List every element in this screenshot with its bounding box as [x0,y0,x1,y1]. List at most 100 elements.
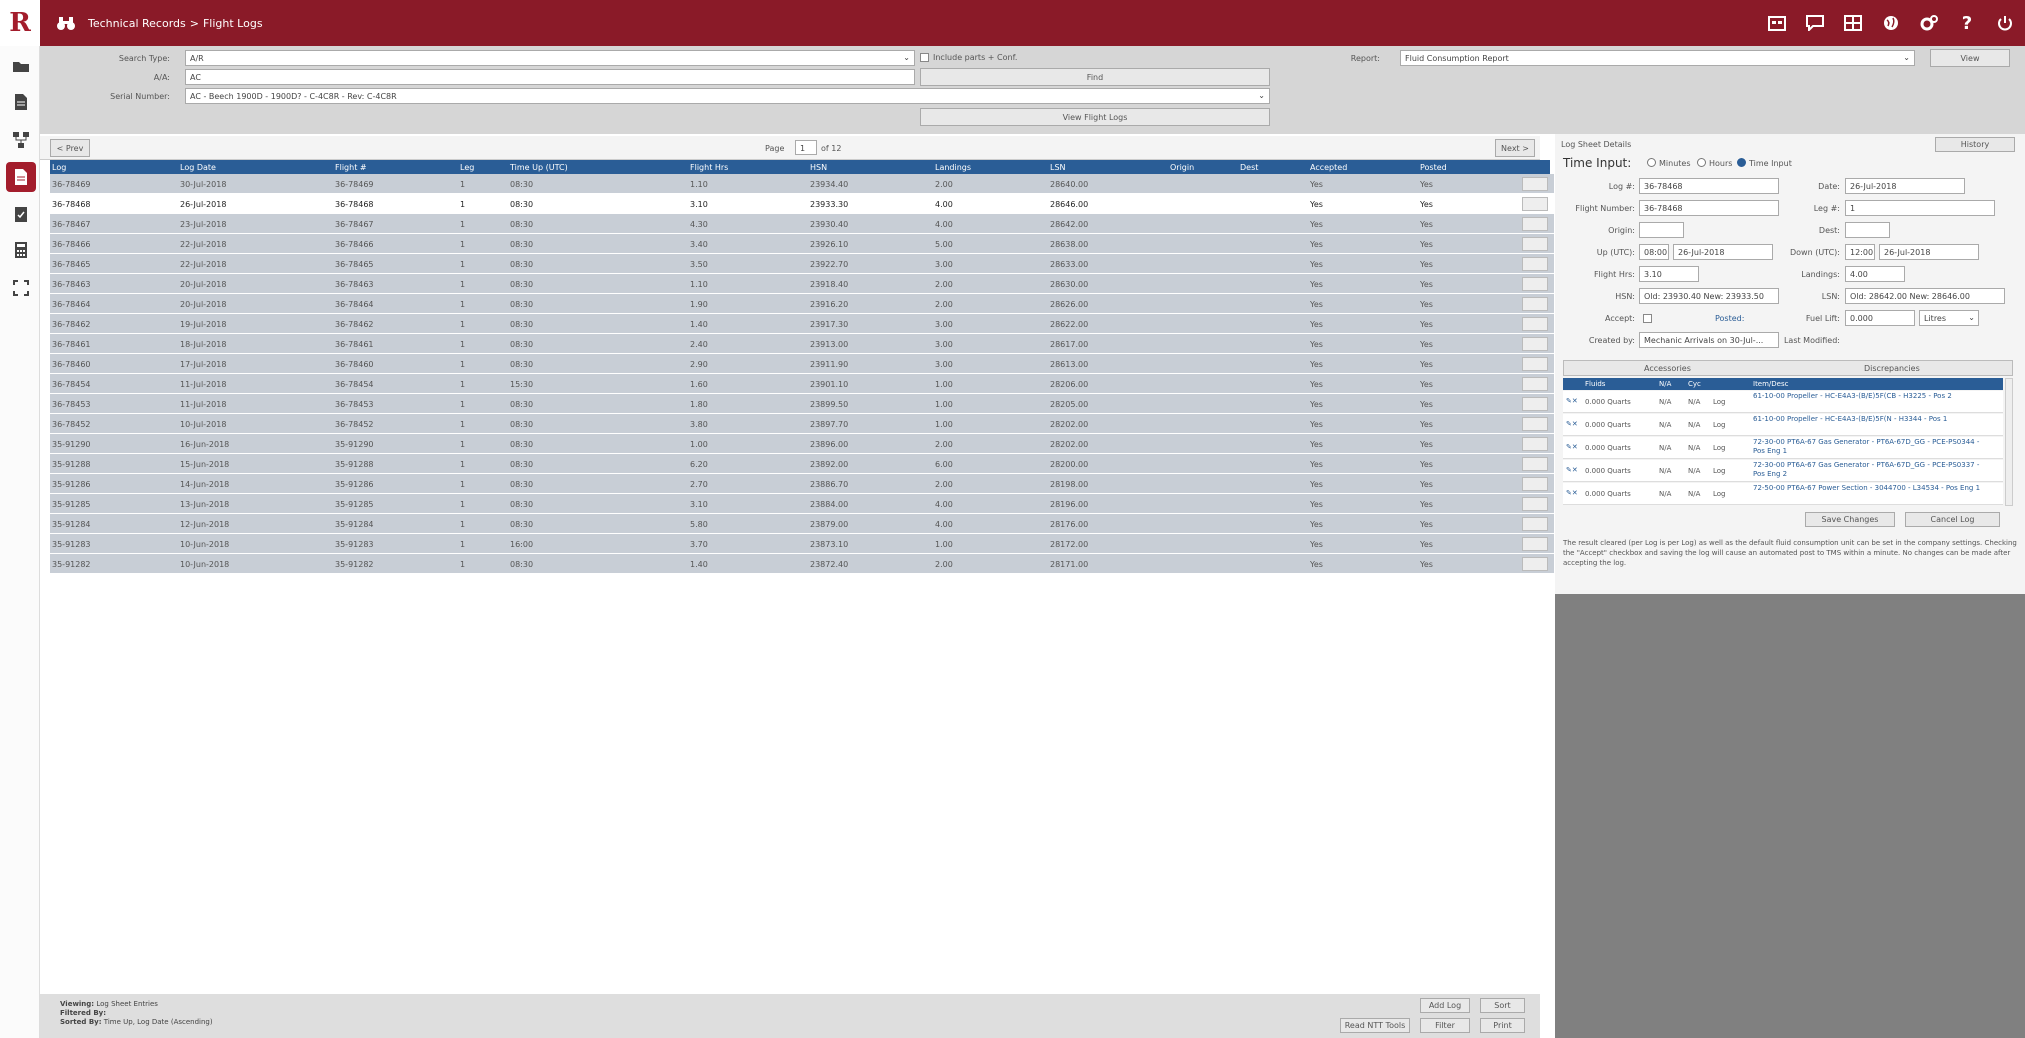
row-action-button[interactable] [1522,357,1548,371]
table-row[interactable]: 36-78453 11-Jul-2018 36-78453 1 08:30 1.80 238… [50,394,1554,414]
row-action-button[interactable] [1522,337,1548,351]
table-row[interactable]: 35-91288 15-Jun-2018 35-91288 1 08:30 6.20 238… [50,454,1554,474]
grid-icon[interactable] [1841,11,1865,35]
help-icon[interactable]: ? [1955,11,1979,35]
find-button[interactable]: Find [920,68,1270,86]
col-header-accepted[interactable]: Accepted [1310,163,1347,172]
log-no-input[interactable]: 36-78468 [1639,178,1779,194]
app-logo[interactable]: R [0,0,40,46]
view-flight-logs-button[interactable]: View Flight Logs [920,108,1270,126]
flight-hrs-input[interactable]: 3.10 [1639,266,1699,282]
origin-input[interactable] [1639,222,1684,238]
search-type-select[interactable]: A/R ⌄ [185,50,915,66]
row-action-button[interactable] [1522,217,1548,231]
flight-number-input[interactable]: 36-78468 [1639,200,1779,216]
fuel-lift-input[interactable]: 0.000 [1845,310,1915,326]
col-header-lsn[interactable]: LSN [1050,163,1066,172]
row-action-button[interactable] [1522,277,1548,291]
table-row[interactable]: 36-78454 11-Jul-2018 36-78454 1 15:30 1.60 239… [50,374,1554,394]
row-action-button[interactable] [1522,517,1548,531]
edit-icon[interactable]: ✎✕ [1566,397,1578,405]
checklist-icon[interactable] [7,200,35,228]
accessory-row[interactable]: ✎✕ 0.000 Quarts N/A N/A Log 72-50-00 PT6A-… [1563,483,2003,505]
table-row[interactable]: 36-78466 22-Jul-2018 36-78466 1 08:30 3.40 239… [50,234,1554,254]
col-header-log-date[interactable]: Log Date [180,163,216,172]
log-link[interactable]: Log [1713,467,1726,475]
edit-icon[interactable]: ✎✕ [1566,420,1578,428]
view-report-button[interactable]: View [1930,49,2010,67]
up-time-input[interactable]: 08:00 [1639,244,1669,260]
col-header-flight-hrs[interactable]: Flight Hrs [690,163,728,172]
tab-discrepancies[interactable]: Discrepancies [1864,364,1920,373]
row-action-button[interactable] [1522,417,1548,431]
row-action-button[interactable] [1522,557,1548,571]
calculator-icon[interactable] [7,236,35,264]
col-header-flight-no[interactable]: Flight # [335,163,367,172]
radio-hours[interactable] [1697,158,1706,167]
serial-number-select[interactable]: AC - Beech 1900D - 1900D? - C-4C8R - Rev… [185,88,1270,104]
accept-checkbox[interactable] [1643,314,1652,323]
table-row[interactable]: 35-91285 13-Jun-2018 35-91285 1 08:30 3.10 238… [50,494,1554,514]
report-select[interactable]: Fluid Consumption Report ⌄ [1400,50,1915,66]
col-header-hsn[interactable]: HSN [810,163,827,172]
page-number-input[interactable]: 1 [795,140,817,155]
accessory-row[interactable]: ✎✕ 0.000 Quarts N/A N/A Log 72-30-00 PT6A-… [1563,437,2003,459]
table-row[interactable]: 36-78460 17-Jul-2018 36-78460 1 08:30 2.90 239… [50,354,1554,374]
landings-input[interactable]: 4.00 [1845,266,1905,282]
sort-button[interactable]: Sort [1480,998,1525,1013]
col-header-dest[interactable]: Dest [1240,163,1258,172]
row-action-button[interactable] [1522,397,1548,411]
log-icon[interactable] [6,162,36,192]
row-action-button[interactable] [1522,297,1548,311]
fuel-unit-select[interactable]: Litres ⌄ [1919,310,1979,326]
row-action-button[interactable] [1522,177,1548,191]
accessory-row[interactable]: ✎✕ 0.000 Quarts N/A N/A Log 72-30-00 PT6A-… [1563,460,2003,482]
edit-icon[interactable]: ✎✕ [1566,489,1578,497]
edit-icon[interactable]: ✎✕ [1566,443,1578,451]
row-action-button[interactable] [1522,537,1548,551]
row-action-button[interactable] [1522,197,1548,211]
log-link[interactable]: Log [1713,444,1726,452]
add-log-button[interactable]: Add Log [1420,998,1470,1013]
power-icon[interactable] [1993,11,2017,35]
table-row[interactable]: 36-78462 19-Jul-2018 36-78462 1 08:30 1.40 239… [50,314,1554,334]
history-button[interactable]: History [1935,137,2015,152]
table-row[interactable]: 35-91283 10-Jun-2018 35-91283 1 16:00 3.70 238… [50,534,1554,554]
table-row[interactable]: 36-78461 18-Jul-2018 36-78461 1 08:30 2.40 239… [50,334,1554,354]
chat-icon[interactable] [1803,11,1827,35]
up-date-input[interactable]: 26-Jul-2018 [1673,244,1773,260]
print-button[interactable]: Print [1480,1018,1525,1033]
row-action-button[interactable] [1522,237,1548,251]
accessory-row[interactable]: ✎✕ 0.000 Quarts N/A N/A Log 61-10-00 Prope… [1563,414,2003,436]
table-row[interactable]: 36-78465 22-Jul-2018 36-78465 1 08:30 3.50 239… [50,254,1554,274]
down-date-input[interactable]: 26-Jul-2018 [1879,244,1979,260]
accessory-row[interactable]: ✎✕ 0.000 Quarts N/A N/A Log 61-10-00 Prope… [1563,391,2003,413]
accessory-scrollbar[interactable] [2005,378,2013,506]
cancel-log-button[interactable]: Cancel Log [1905,512,2000,527]
table-row[interactable]: 36-78452 10-Jul-2018 36-78452 1 08:30 3.80 238… [50,414,1554,434]
col-header-leg[interactable]: Leg [460,163,474,172]
radio-time-input[interactable] [1737,158,1746,167]
row-action-button[interactable] [1522,317,1548,331]
row-action-button[interactable] [1522,497,1548,511]
hierarchy-icon[interactable] [7,126,35,154]
folder-icon[interactable] [7,52,35,80]
globe-icon[interactable] [1879,11,1903,35]
down-time-input[interactable]: 12:00 [1845,244,1875,260]
table-row[interactable]: 35-91286 14-Jun-2018 35-91286 1 08:30 2.70 238… [50,474,1554,494]
prev-page-button[interactable]: < Prev [50,139,90,157]
dest-input[interactable] [1845,222,1890,238]
table-row[interactable]: 35-91282 10-Jun-2018 35-91282 1 08:30 1.40 238… [50,554,1554,574]
table-row[interactable]: 36-78463 20-Jul-2018 36-78463 1 08:30 1.10 239… [50,274,1554,294]
table-row[interactable]: 36-78464 20-Jul-2018 36-78464 1 08:30 1.90 239… [50,294,1554,314]
row-action-button[interactable] [1522,437,1548,451]
col-header-log[interactable]: Log [52,163,66,172]
include-parts-checkbox[interactable] [920,53,929,62]
table-row[interactable]: 36-78467 23-Jul-2018 36-78467 1 08:30 4.30 239… [50,214,1554,234]
table-row[interactable]: 35-91284 12-Jun-2018 35-91284 1 08:30 5.80 238… [50,514,1554,534]
col-header-origin[interactable]: Origin [1170,163,1194,172]
col-header-time-up[interactable]: Time Up (UTC) [510,163,568,172]
calendar-icon[interactable] [1765,11,1789,35]
log-link[interactable]: Log [1713,398,1726,406]
table-row[interactable]: 36-78469 30-Jul-2018 36-78469 1 08:30 1.10 239… [50,174,1554,194]
